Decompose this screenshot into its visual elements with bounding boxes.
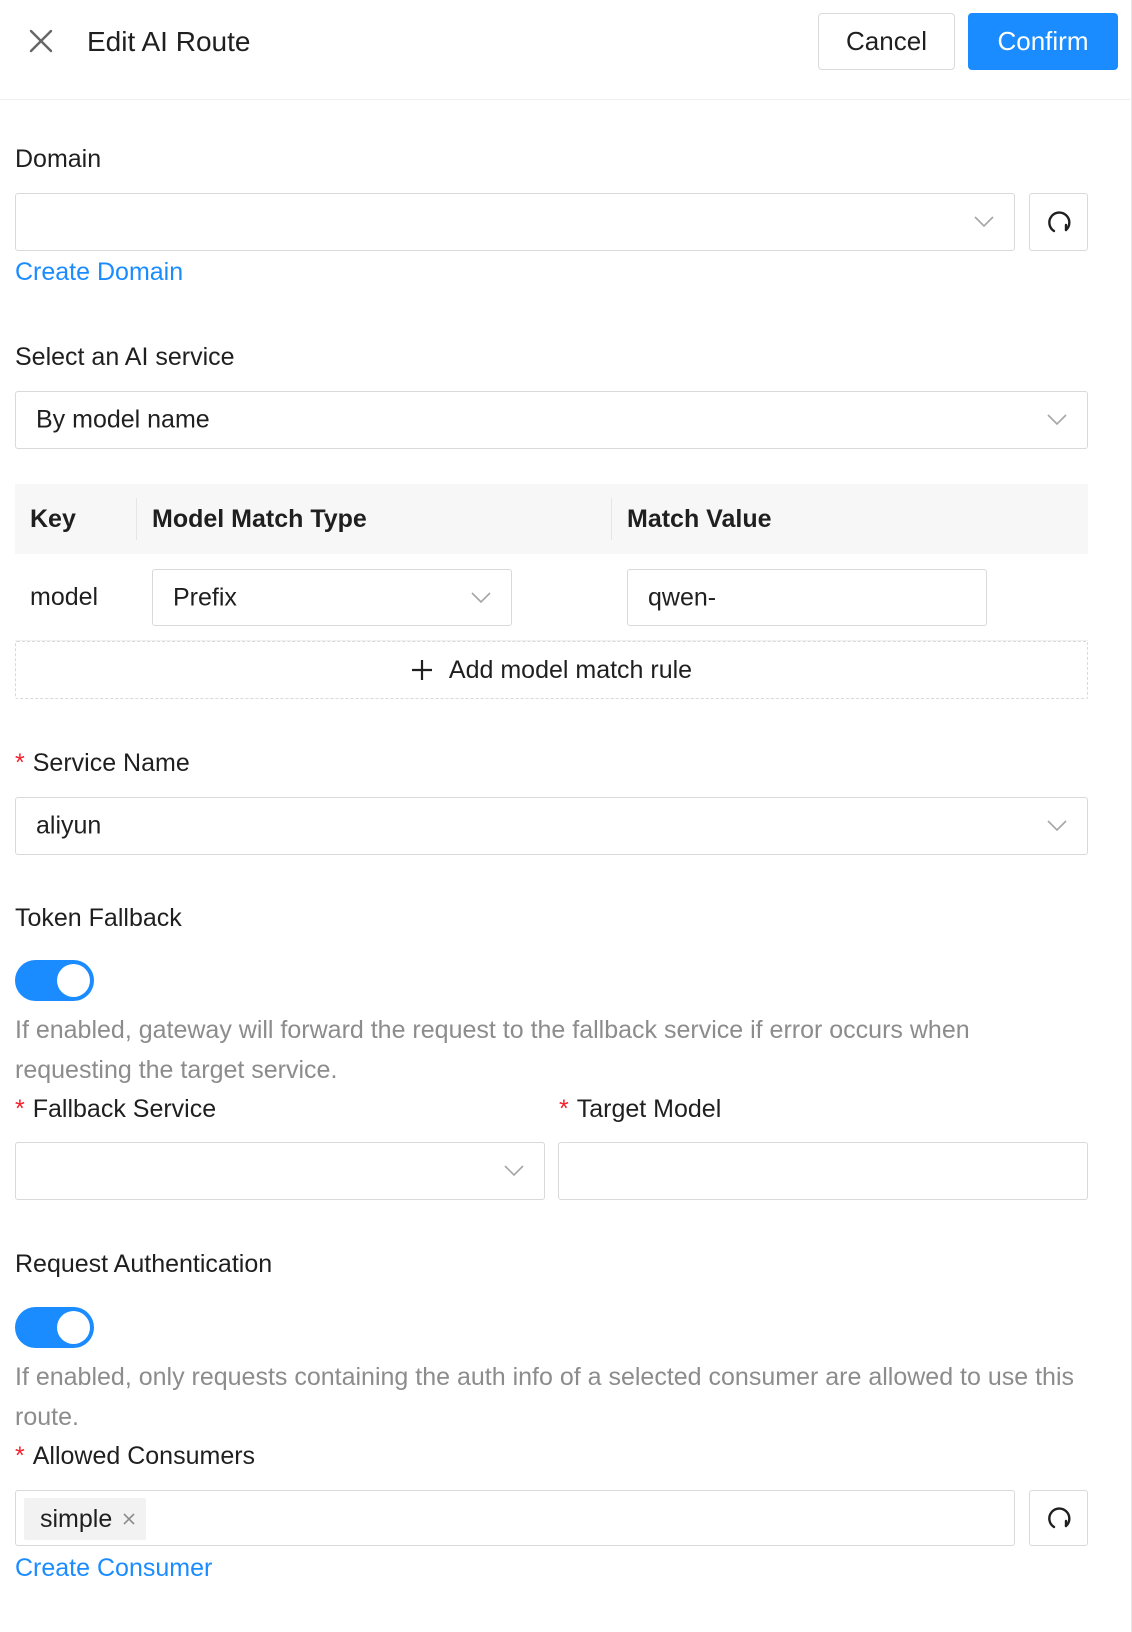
create-consumer-link[interactable]: Create Consumer [15,1552,212,1584]
required-mark: * [559,1095,569,1123]
ai-service-select-value: By model name [36,405,210,434]
target-model-label: * Target Model [559,1093,721,1125]
target-model-label-text: Target Model [576,1095,722,1123]
request-auth-help: If enabled, only requests containing the… [15,1363,1074,1431]
token-fallback-label: Token Fallback [15,904,182,932]
toggle-knob [57,1311,90,1344]
allowed-consumers-select[interactable]: simple [15,1490,1015,1546]
create-domain-link[interactable]: Create Domain [15,256,183,288]
fallback-service-label: * Fallback Service [15,1093,216,1125]
plus-icon [411,660,432,680]
request-auth-label: Request Authentication [15,1250,273,1278]
refresh-icon [1047,211,1071,233]
row-key: model [30,583,99,611]
ai-service-label: Select an AI service [15,343,235,371]
consumer-tag-label: simple [40,1504,113,1533]
required-mark: * [15,1442,25,1470]
service-name-label-text: Service Name [32,749,190,777]
table-row: model Prefix qwen- [15,554,1088,641]
confirm-button[interactable]: Confirm [968,13,1118,70]
column-header-match-value: Match Value [627,505,772,533]
refresh-icon [1047,1507,1071,1529]
match-type-select[interactable]: Prefix [152,569,512,626]
service-name-label: * Service Name [15,747,190,779]
chevron-down-icon [1047,820,1067,832]
chevron-down-icon [974,216,994,228]
consumers-refresh-button[interactable] [1029,1490,1088,1546]
match-type-value: Prefix [173,583,237,611]
domain-select[interactable] [15,193,1015,251]
page-title: Edit AI Route [87,26,251,57]
service-name-select[interactable]: aliyun [15,797,1088,855]
column-divider [136,498,137,540]
close-button[interactable] [24,24,58,58]
match-value-text: qwen- [648,583,717,611]
tag-close-icon[interactable] [122,1512,136,1526]
allowed-consumers-label-text: Allowed Consumers [32,1442,256,1470]
column-header-match-type: Model Match Type [152,505,367,533]
drawer-header: Edit AI Route Cancel Confirm [0,0,1132,100]
fallback-service-select[interactable] [15,1142,545,1200]
close-icon [29,29,53,53]
column-divider [611,498,612,540]
add-match-rule-button[interactable]: Add model match rule [15,641,1088,699]
request-auth-toggle[interactable] [15,1307,94,1348]
consumer-tag: simple [24,1498,147,1540]
column-header-key: Key [30,505,76,533]
match-table-header: Key Model Match Type Match Value [15,484,1088,554]
allowed-consumers-label: * Allowed Consumers [15,1440,255,1472]
add-match-rule-label: Add model match rule [448,655,693,684]
service-name-value: aliyun [36,811,102,840]
chevron-down-icon [471,591,491,603]
match-value-input[interactable]: qwen- [627,569,987,626]
chevron-down-icon [1047,414,1067,426]
required-mark: * [15,749,25,777]
fallback-service-label-text: Fallback Service [32,1095,217,1123]
domain-refresh-button[interactable] [1029,193,1088,251]
cancel-button[interactable]: Cancel [818,13,955,70]
required-mark: * [15,1095,25,1123]
token-fallback-help: If enabled, gateway will forward the req… [15,1016,970,1084]
toggle-knob [57,964,90,997]
chevron-down-icon [504,1165,524,1177]
target-model-input[interactable] [558,1142,1088,1200]
domain-label: Domain [15,145,102,173]
ai-service-select[interactable]: By model name [15,391,1088,449]
token-fallback-toggle[interactable] [15,960,94,1001]
